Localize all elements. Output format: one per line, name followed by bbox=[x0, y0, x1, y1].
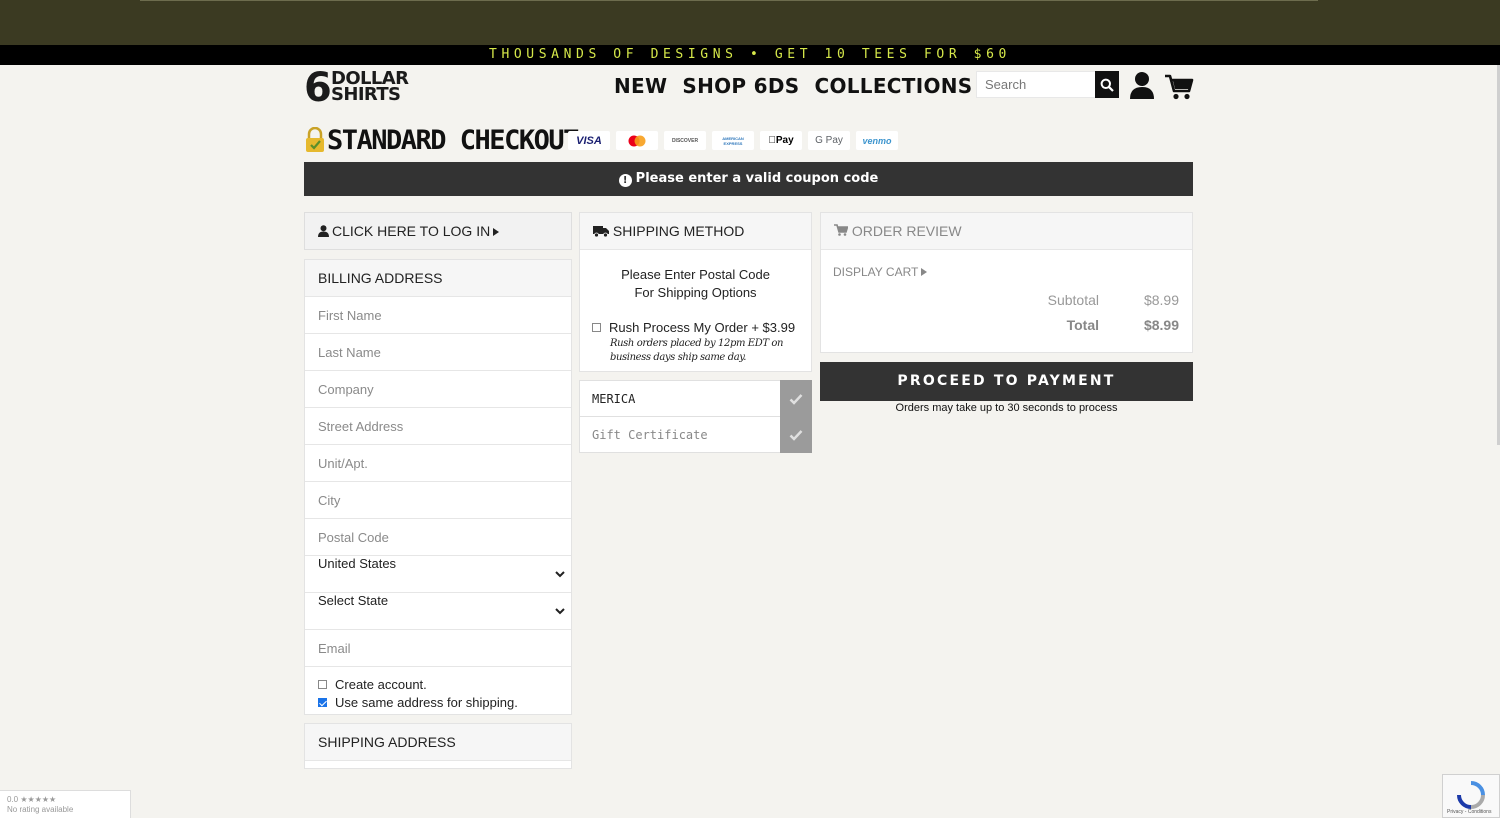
checkout-title: STANDARD CHECKOUT bbox=[327, 125, 579, 156]
shipping-method-title: SHIPPING METHOD bbox=[612, 223, 745, 239]
subtotal-value: $8.99 bbox=[1143, 291, 1179, 308]
postal-code-message: Please Enter Postal Code For Shipping Op… bbox=[621, 267, 770, 300]
apply-coupon-button[interactable] bbox=[780, 380, 812, 417]
cart-icon bbox=[834, 224, 849, 236]
rush-checkbox[interactable] bbox=[592, 323, 601, 332]
rating-score: 0.0 ★★★★★ bbox=[7, 795, 57, 804]
billing-address-panel: BILLING ADDRESS United States Select Sta… bbox=[304, 259, 572, 715]
same-address-checkbox[interactable] bbox=[318, 697, 327, 707]
search-icon bbox=[1100, 78, 1114, 92]
nav-collections[interactable]: COLLECTIONS bbox=[814, 74, 972, 98]
user-icon[interactable] bbox=[1129, 71, 1155, 99]
first-name-field[interactable] bbox=[305, 297, 571, 333]
recaptcha-icon bbox=[1457, 781, 1485, 809]
total-label: Total bbox=[1066, 316, 1099, 333]
state-value: Select State bbox=[318, 593, 389, 608]
login-label: CLICK HERE TO LOG IN bbox=[332, 223, 491, 239]
email-field[interactable] bbox=[305, 630, 571, 666]
nav-shop-6ds[interactable]: SHOP 6DS bbox=[682, 74, 799, 98]
visa-icon: VISA bbox=[568, 131, 610, 150]
truck-icon bbox=[593, 226, 609, 238]
street-address-field[interactable] bbox=[305, 408, 571, 444]
exclamation-circle-icon: ! bbox=[618, 174, 632, 187]
country-select[interactable]: United States bbox=[305, 556, 571, 593]
proceed-to-payment-button[interactable]: PROCEED TO PAYMENT bbox=[820, 362, 1193, 401]
logo[interactable]: 6 DOLLAR SHIRTS bbox=[304, 65, 410, 111]
coupon-alert: ! Please enter a valid coupon code bbox=[304, 162, 1193, 196]
logo-line-2: SHIRTS bbox=[331, 84, 401, 105]
billing-options: Create account. Use same address for shi… bbox=[305, 667, 571, 711]
order-review-title: ORDER REVIEW bbox=[851, 223, 962, 239]
caret-right-icon bbox=[493, 228, 500, 236]
gift-certificate-row bbox=[579, 416, 812, 453]
chevron-down-icon bbox=[555, 608, 565, 615]
create-account-label: Create account. bbox=[335, 676, 427, 692]
main-nav: NEW SHOP 6DS COLLECTIONS bbox=[614, 74, 973, 98]
user-icon bbox=[318, 225, 329, 237]
search-input[interactable] bbox=[977, 72, 1095, 97]
shipping-method-header: SHIPPING METHOD bbox=[580, 213, 811, 250]
google-pay-icon: G Pay bbox=[808, 131, 850, 150]
top-bar-divider bbox=[140, 0, 1318, 1]
create-account-checkbox[interactable] bbox=[318, 679, 327, 689]
search-box bbox=[976, 71, 1119, 98]
recaptcha-badge[interactable]: Privacy - Conditions bbox=[1442, 774, 1500, 818]
promo-banner: THOUSANDS OF DESIGNS • GET 10 TEES FOR $… bbox=[0, 45, 1500, 65]
promo-text: THOUSANDS OF DESIGNS • GET 10 TEES FOR $… bbox=[489, 47, 1011, 62]
same-address-label: Use same address for shipping. bbox=[335, 694, 518, 710]
check-icon bbox=[789, 429, 803, 441]
postal-code-field[interactable] bbox=[305, 519, 571, 555]
nav-new[interactable]: NEW bbox=[614, 74, 667, 98]
rush-option: Rush Process My Order + $3.99 bbox=[592, 320, 795, 335]
shipping-address-panel: SHIPPING ADDRESS bbox=[304, 723, 572, 769]
payment-methods: VISA DISCOVER AMERICAN EXPRESS Pay G Pa… bbox=[568, 131, 898, 150]
alert-text: Please enter a valid coupon code bbox=[635, 171, 879, 186]
proceed-note: Orders may take up to 30 seconds to proc… bbox=[895, 402, 1118, 414]
shipping-address-title: SHIPPING ADDRESS bbox=[305, 724, 571, 761]
gift-certificate-input[interactable] bbox=[580, 417, 780, 452]
company-field[interactable] bbox=[305, 371, 571, 407]
caret-right-icon bbox=[921, 268, 928, 276]
subtotal-label: Subtotal bbox=[1047, 291, 1099, 308]
billing-title: BILLING ADDRESS bbox=[305, 260, 571, 297]
search-button[interactable] bbox=[1095, 71, 1119, 98]
rating-widget[interactable]: 0.0 ★★★★★ No rating available bbox=[0, 790, 131, 818]
shipping-method-panel: SHIPPING METHOD Please Enter Postal Code… bbox=[579, 212, 812, 372]
mastercard-icon bbox=[616, 131, 658, 150]
rush-label: Rush Process My Order + $3.99 bbox=[609, 320, 796, 335]
total-value: $8.99 bbox=[1143, 316, 1179, 333]
rating-text: No rating available bbox=[7, 805, 74, 814]
amex-icon: AMERICAN EXPRESS bbox=[712, 131, 754, 150]
last-name-field[interactable] bbox=[305, 334, 571, 370]
rush-note: Rush orders placed by 12pm EDT on busine… bbox=[610, 338, 784, 363]
discover-icon: DISCOVER bbox=[664, 131, 706, 150]
chevron-down-icon bbox=[555, 571, 565, 578]
top-bar bbox=[0, 0, 1500, 45]
display-cart-link[interactable]: DISPLAY CART bbox=[833, 265, 928, 279]
venmo-icon: venmo bbox=[856, 131, 898, 150]
coupon-row bbox=[579, 380, 812, 417]
check-icon bbox=[789, 393, 803, 405]
order-totals: Subtotal $8.99 Total $8.99 bbox=[1019, 287, 1179, 337]
apply-gift-button[interactable] bbox=[780, 416, 812, 453]
recaptcha-text: Privacy - Conditions bbox=[1447, 809, 1492, 815]
order-review-panel: ORDER REVIEW DISPLAY CART Subtotal $8.99 … bbox=[820, 212, 1193, 353]
lock-icon bbox=[306, 127, 324, 152]
login-button[interactable]: CLICK HERE TO LOG IN bbox=[304, 212, 572, 250]
order-review-header: ORDER REVIEW bbox=[821, 213, 1192, 250]
logo-number: 6 bbox=[304, 65, 332, 111]
apple-pay-icon: Pay bbox=[760, 131, 802, 150]
country-value: United States bbox=[318, 556, 397, 571]
coupon-input[interactable] bbox=[580, 381, 780, 416]
cart-icon[interactable] bbox=[1164, 74, 1194, 100]
state-select[interactable]: Select State bbox=[305, 593, 571, 630]
city-field[interactable] bbox=[305, 482, 571, 518]
unit-field[interactable] bbox=[305, 445, 571, 481]
